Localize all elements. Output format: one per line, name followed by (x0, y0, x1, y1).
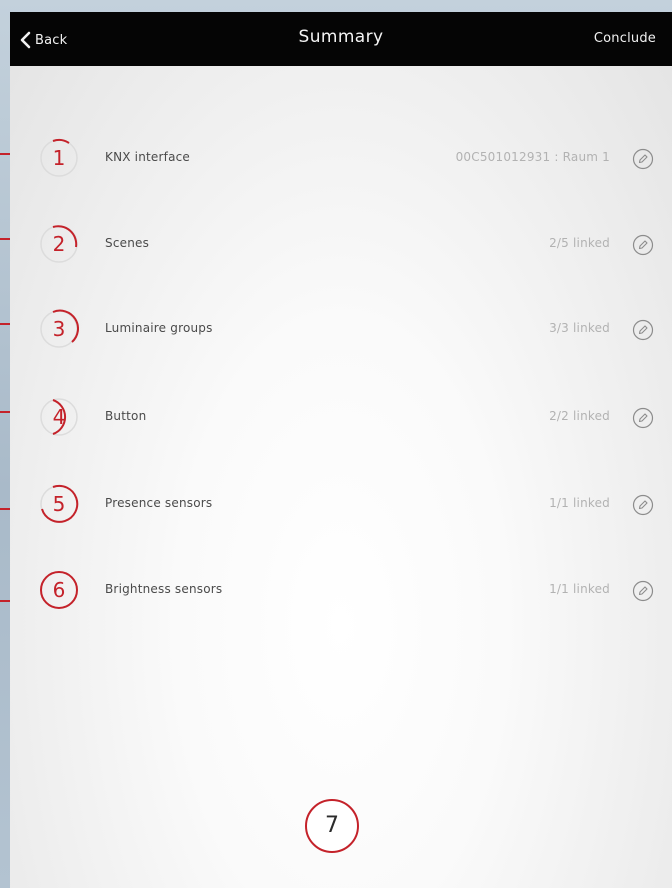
step-number: 3 (52, 317, 66, 341)
step-number: 6 (52, 578, 66, 602)
conclude-button[interactable]: Conclude (594, 31, 656, 46)
page-title: Summary (298, 27, 384, 47)
step-number: 4 (52, 405, 66, 429)
row-status: 3/3 linked (549, 321, 610, 335)
step-7-callout: 7 (304, 798, 360, 854)
pencil-icon[interactable] (632, 234, 654, 256)
row-status: 2/2 linked (549, 409, 610, 423)
step-number: 5 (52, 492, 66, 516)
app-screen: Back Summary Conclude 1 KNX interface 00… (10, 12, 672, 888)
step-badge: 5 (39, 484, 79, 524)
list-item-scenes[interactable]: 2 Scenes 2/5 linked (10, 220, 672, 270)
list-item-knx-interface[interactable]: 1 KNX interface 00C501012931 : Raum 1 (10, 134, 672, 184)
navigation-bar: Back Summary Conclude (10, 12, 672, 66)
row-label: Button (105, 409, 147, 423)
list-item-presence-sensors[interactable]: 5 Presence sensors 1/1 linked (10, 480, 672, 530)
row-label: Luminaire groups (105, 321, 213, 335)
row-status: 1/1 linked (549, 496, 610, 510)
step-badge: 1 (39, 138, 79, 178)
row-label: Scenes (105, 236, 150, 250)
list-item-brightness-sensors[interactable]: 6 Brightness sensors 1/1 linked (10, 566, 672, 616)
row-status: 2/5 linked (549, 236, 610, 250)
step-badge: 6 (39, 570, 79, 610)
row-status: 00C501012931 : Raum 1 (455, 150, 610, 164)
step-number: 7 (325, 813, 339, 838)
step-number: 1 (52, 146, 66, 170)
step-number: 2 (52, 232, 66, 256)
step-badge: 2 (39, 224, 79, 264)
step-badge: 3 (39, 309, 79, 349)
pencil-icon[interactable] (632, 148, 654, 170)
row-label: KNX interface (105, 150, 191, 164)
pencil-icon[interactable] (632, 319, 654, 341)
row-label: Presence sensors (105, 496, 213, 510)
row-label: Brightness sensors (105, 582, 223, 596)
list-item-button[interactable]: 4 Button 2/2 linked (10, 393, 672, 443)
step-badge: 4 (39, 397, 79, 437)
row-status: 1/1 linked (549, 582, 610, 596)
pencil-icon[interactable] (632, 580, 654, 602)
pencil-icon[interactable] (632, 407, 654, 429)
pencil-icon[interactable] (632, 494, 654, 516)
list-item-luminaire-groups[interactable]: 3 Luminaire groups 3/3 linked (10, 305, 672, 355)
